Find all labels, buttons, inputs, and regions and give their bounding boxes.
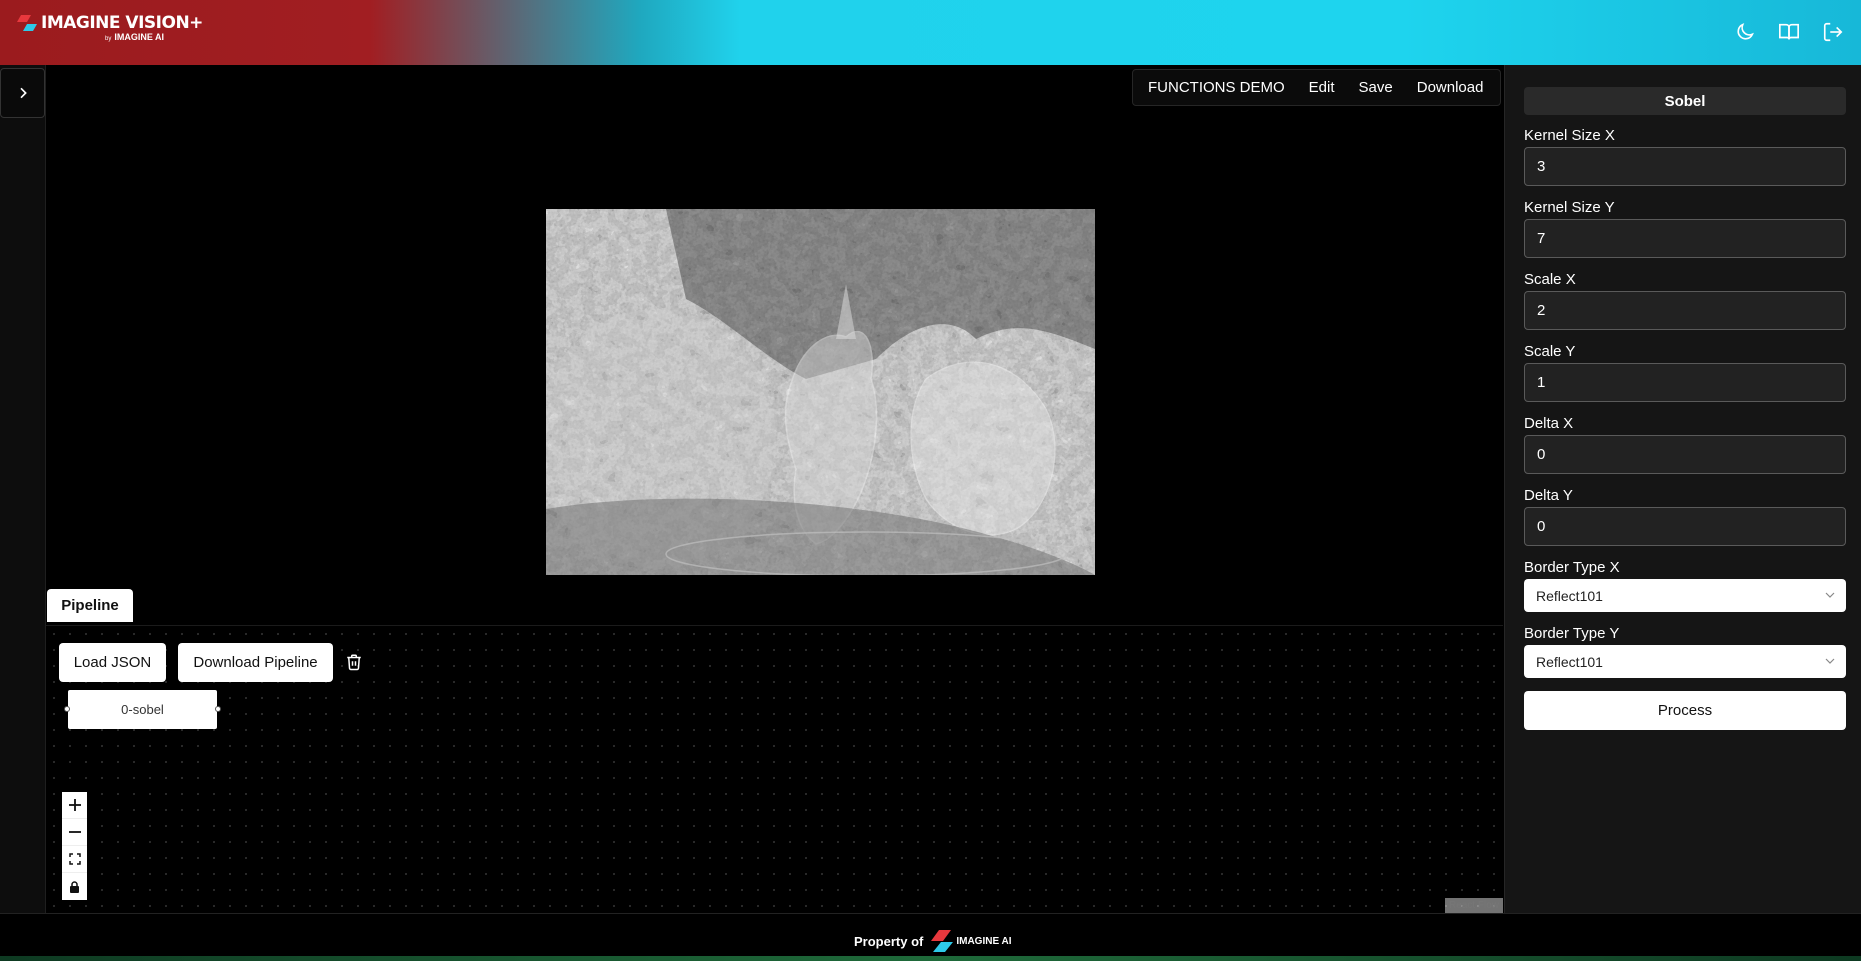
node-label: 0-sobel (121, 702, 164, 717)
kernel-size-x-label: Kernel Size X (1524, 127, 1615, 144)
border-type-x-select[interactable]: Reflect101 (1524, 579, 1846, 612)
kernel-size-y-input[interactable] (1524, 219, 1846, 258)
pipeline-node[interactable]: 0-sobel (64, 690, 221, 729)
delta-y-input[interactable] (1524, 507, 1846, 546)
delta-y-label: Delta Y (1524, 487, 1573, 504)
footer-stripe (0, 956, 1861, 961)
delta-x-input[interactable] (1524, 435, 1846, 474)
border-type-y-select[interactable]: Reflect101 (1524, 645, 1846, 678)
border-type-y-label: Border Type Y (1524, 625, 1620, 642)
lock-icon (70, 880, 79, 893)
logout-icon[interactable] (1819, 18, 1847, 46)
edit-button[interactable]: Edit (1297, 79, 1347, 96)
footer: Property of IMAGINE AI (0, 913, 1861, 961)
lock-button[interactable] (62, 873, 87, 900)
panel-title: Sobel (1524, 87, 1846, 115)
header-icons (1731, 18, 1847, 46)
chevron-down-icon (1825, 658, 1835, 664)
minus-icon (68, 831, 81, 833)
react-flow-attribution[interactable]: React Flow (1444, 898, 1503, 913)
book-icon[interactable] (1775, 18, 1803, 46)
footer-logo: IMAGINE AI (931, 930, 1012, 952)
fit-view-icon (68, 853, 81, 865)
process-button[interactable]: Process (1524, 691, 1846, 730)
functions-demo-button[interactable]: FUNCTIONS DEMO (1133, 79, 1297, 96)
image-canvas (46, 65, 1503, 625)
chevron-down-icon (1825, 592, 1835, 598)
border-type-x-label: Border Type X (1524, 559, 1620, 576)
save-button[interactable]: Save (1347, 79, 1405, 96)
left-sidebar (0, 65, 46, 913)
scale-x-label: Scale X (1524, 271, 1576, 288)
plus-icon (68, 799, 81, 811)
imagine-logo-icon (931, 930, 954, 952)
tab-pipeline[interactable]: Pipeline (47, 589, 133, 622)
moon-icon[interactable] (1731, 18, 1759, 46)
trash-icon[interactable] (342, 650, 366, 674)
node-input-handle[interactable] (64, 706, 70, 712)
scale-x-input[interactable] (1524, 291, 1846, 330)
scale-y-label: Scale Y (1524, 343, 1576, 360)
parameters-panel: Sobel Kernel Size X Kernel Size Y Scale … (1504, 65, 1861, 913)
footer-logo-text: IMAGINE AI (956, 935, 1012, 947)
zoom-in-button[interactable] (62, 792, 87, 819)
demo-menu: FUNCTIONS DEMO Edit Save Download (1132, 69, 1501, 106)
scale-y-input[interactable] (1524, 363, 1846, 402)
load-json-button[interactable]: Load JSON (59, 643, 166, 682)
pipeline-flow-canvas[interactable]: Load JSON Download Pipeline 0-sobel Reac… (46, 625, 1503, 913)
delta-x-label: Delta X (1524, 415, 1574, 432)
expand-sidebar-button[interactable] (0, 68, 45, 118)
app-logo[interactable]: IMAGINE VISION+ by IMAGINE AI (17, 13, 203, 42)
imagine-logo-icon (17, 15, 37, 31)
fit-view-button[interactable] (62, 846, 87, 873)
logo-subtitle: by IMAGINE AI (105, 32, 165, 42)
chevron-right-icon (19, 87, 27, 99)
border-type-x-value: Reflect101 (1536, 587, 1603, 604)
border-type-y-value: Reflect101 (1536, 653, 1603, 670)
top-header: IMAGINE VISION+ by IMAGINE AI (0, 0, 1861, 65)
download-button[interactable]: Download (1405, 79, 1496, 96)
footer-property-text: Property of (854, 933, 924, 949)
zoom-controls (62, 792, 87, 900)
node-output-handle[interactable] (215, 706, 221, 712)
kernel-size-x-input[interactable] (1524, 147, 1846, 186)
processed-image (546, 209, 1095, 575)
logo-title: IMAGINE VISION+ (41, 13, 203, 33)
kernel-size-y-label: Kernel Size Y (1524, 199, 1615, 216)
zoom-out-button[interactable] (62, 819, 87, 846)
download-pipeline-button[interactable]: Download Pipeline (178, 643, 333, 682)
